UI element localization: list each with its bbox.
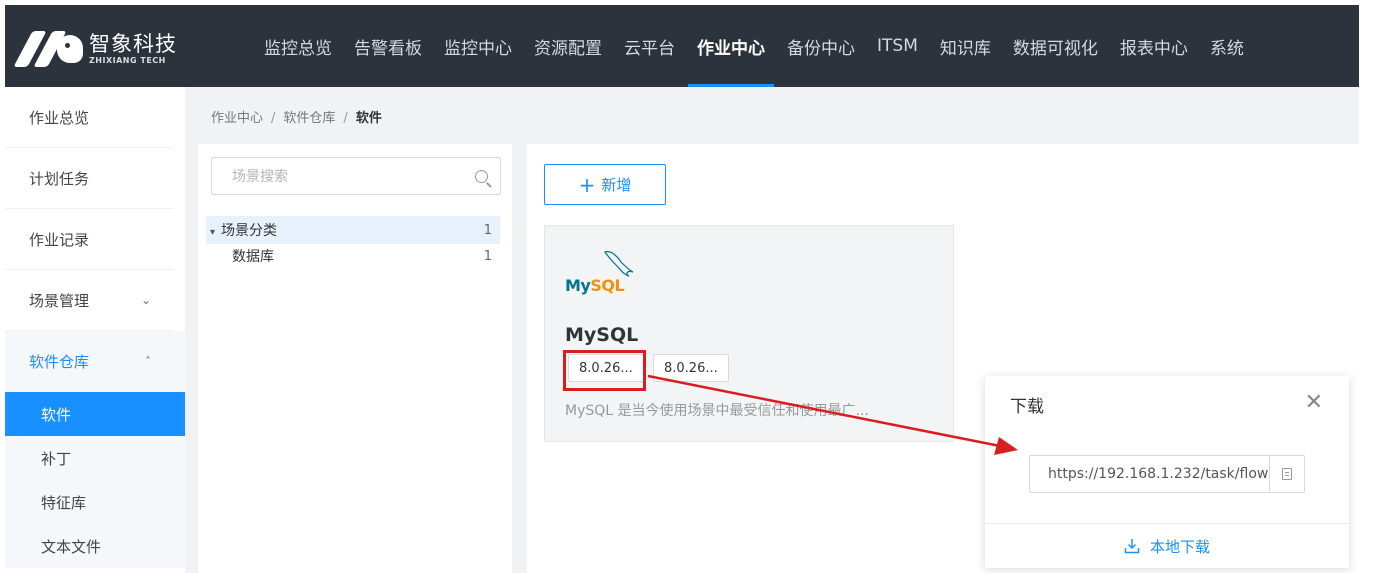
sidebar-item-label: 计划任务 (29, 169, 90, 188)
sidebar-item-job-records[interactable]: 作业记录 (5, 209, 173, 270)
nav-alert-board[interactable]: 告警看板 (343, 5, 433, 87)
sidebar-item-label: 作业记录 (29, 230, 90, 249)
sidebar-subitem-signature-lib[interactable]: 特征库 (5, 480, 185, 524)
tree-node-count: 1 (483, 222, 492, 238)
software-description: MySQL 是当今使用场景中最受信任和使用最广... (565, 403, 869, 419)
plus-icon: + (578, 172, 596, 197)
close-icon[interactable]: ✕ (1305, 392, 1323, 414)
sidebar-subitem-text-file[interactable]: 文本文件 (5, 524, 185, 568)
breadcrumb-software-repo[interactable]: 软件仓库 (283, 111, 335, 126)
sidebar-item-scene-management[interactable]: 场景管理 ⌄ (5, 270, 173, 331)
sidebar-item-label: 作业总览 (29, 108, 90, 127)
nav-monitor-center[interactable]: 监控中心 (433, 5, 523, 87)
brand-name-en: ZHIXIANG TECH (89, 56, 166, 65)
tree-node-scene-category[interactable]: ▾ 场景分类 1 (206, 216, 500, 244)
breadcrumb: 作业中心 / 软件仓库 / 软件 (211, 111, 382, 126)
scene-tree-panel: 场景搜索 ▾ 场景分类 1 数据库 1 (198, 144, 512, 573)
nav-cloud-platform[interactable]: 云平台 (613, 5, 686, 87)
sidebar-subitem-software[interactable]: 软件 (5, 392, 185, 436)
local-download-button[interactable]: 本地下载 (985, 523, 1349, 568)
main-nav: 监控总览 告警看板 监控中心 资源配置 云平台 作业中心 备份中心 ITSM 知… (253, 5, 1255, 87)
sidebar-item-label: 软件仓库 (29, 353, 90, 371)
chevron-up-icon: ˆ (145, 354, 151, 369)
popover-title: 下载 (1010, 397, 1044, 417)
search-icon[interactable] (475, 169, 488, 183)
sidebar-subitem-patch[interactable]: 补丁 (5, 436, 185, 480)
breadcrumb-job-center[interactable]: 作业中心 (211, 111, 263, 126)
download-popover: 下载 ✕ 本地下载 (985, 376, 1349, 568)
download-icon (1124, 539, 1140, 554)
top-navbar: 智象科技 ZHIXIANG TECH 监控总览 告警看板 监控中心 资源配置 云… (5, 5, 1359, 87)
software-card-mysql[interactable]: MySQL MySQL 8.0.26... 8.0.26... MySQL 是当… (544, 225, 954, 442)
nav-data-visualization[interactable]: 数据可视化 (1002, 5, 1109, 87)
nav-backup-center[interactable]: 备份中心 (776, 5, 866, 87)
dolphin-icon (604, 251, 634, 277)
software-title: MySQL (565, 324, 639, 346)
caret-down-icon[interactable]: ▾ (210, 227, 215, 238)
nav-knowledge-base[interactable]: 知识库 (929, 5, 1002, 87)
version-tag[interactable]: 8.0.26... (653, 354, 729, 382)
scene-search-input[interactable]: 场景搜索 (211, 157, 501, 195)
brand-name: 智象科技 (89, 32, 177, 56)
nav-itsm[interactable]: ITSM (866, 5, 929, 87)
breadcrumb-current: 软件 (355, 111, 382, 126)
chevron-down-icon: ⌄ (140, 293, 151, 307)
nav-monitor-overview[interactable]: 监控总览 (253, 5, 343, 87)
tree-node-count: 1 (483, 248, 492, 264)
elephant-logo-icon (13, 29, 85, 69)
download-url-input[interactable] (1030, 456, 1270, 492)
brand-logo[interactable]: 智象科技 ZHIXIANG TECH (13, 29, 177, 69)
nav-report-center[interactable]: 报表中心 (1109, 5, 1199, 87)
nav-job-center[interactable]: 作业中心 (686, 5, 776, 87)
sidebar-item-job-overview[interactable]: 作业总览 (5, 87, 173, 148)
search-placeholder: 场景搜索 (232, 169, 288, 185)
download-url-field[interactable] (1029, 455, 1305, 493)
sidebar-item-software-repo[interactable]: 软件仓库 ˆ (5, 331, 185, 392)
sidebar-group-software-repo: 软件仓库 ˆ 软件 补丁 特征库 文本文件 (5, 331, 185, 568)
annotation-highlight-box (563, 350, 646, 391)
sidebar-item-label: 场景管理 (29, 291, 90, 310)
copy-icon[interactable] (1269, 456, 1304, 492)
tree-node-database[interactable]: 数据库 1 (206, 242, 500, 270)
sidebar: 作业总览 计划任务 作业记录 场景管理 ⌄ 软件仓库 ˆ 软件 补丁 特征库 文… (5, 87, 185, 573)
nav-resource-config[interactable]: 资源配置 (523, 5, 613, 87)
nav-system[interactable]: 系统 (1199, 5, 1255, 87)
sidebar-item-scheduled-tasks[interactable]: 计划任务 (5, 148, 173, 209)
mysql-logo-icon: MySQL (565, 248, 635, 296)
add-button[interactable]: + 新增 (544, 164, 666, 205)
